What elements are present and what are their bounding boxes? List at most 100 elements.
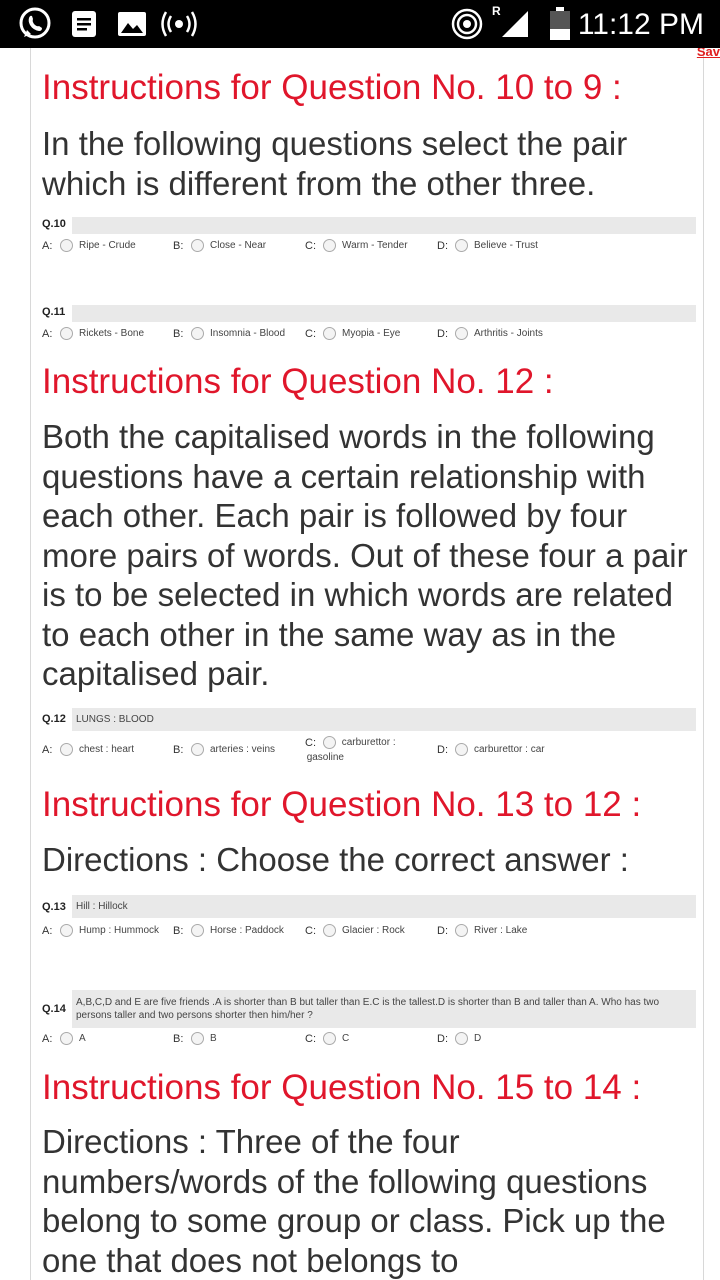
radio-button[interactable] [191, 239, 204, 252]
option-text: arteries : veins [210, 744, 276, 755]
direction-text: Directions : Choose the correct answer : [42, 841, 629, 878]
option-b[interactable]: B: B [173, 1032, 217, 1046]
radio-button[interactable] [60, 1032, 73, 1045]
option-letter: B: [173, 744, 184, 756]
save-link[interactable]: Sav [697, 48, 720, 59]
hotspot-icon [450, 8, 484, 40]
option-text: Rickets - Bone [79, 328, 145, 339]
option-a[interactable]: A: chest : heart [42, 743, 135, 757]
option-text: River : Lake [474, 925, 528, 936]
direction-text: Both the capitalised words in the follow… [42, 418, 688, 692]
option-letter: C: [305, 328, 316, 340]
option-a[interactable]: A: Ripe - Crude [42, 239, 136, 253]
whatsapp-icon [17, 7, 53, 39]
option-letter: C: [305, 1033, 316, 1045]
option-b[interactable]: B: arteries : veins [173, 743, 276, 757]
option-letter: D: [437, 1033, 448, 1045]
radio-button[interactable] [191, 1032, 204, 1045]
option-text: Believe - Trust [474, 240, 538, 251]
option-text: Warm - Tender [342, 240, 408, 251]
radio-button[interactable] [455, 1032, 468, 1045]
option-d[interactable]: D: D [437, 1032, 481, 1046]
option-letter: A: [42, 328, 53, 340]
option-text: A [79, 1033, 86, 1044]
option-text: chest : heart [79, 744, 135, 755]
radio-button[interactable] [60, 743, 73, 756]
option-text: Ripe - Crude [79, 240, 136, 251]
question-number: Q.13 [42, 901, 66, 913]
radio-button[interactable] [60, 327, 73, 340]
option-letter: D: [437, 925, 448, 937]
radio-button[interactable] [191, 743, 204, 756]
option-letter: A: [42, 1033, 53, 1045]
radio-button[interactable] [455, 924, 468, 937]
instruction-heading: Instructions for Question No. 10 to 9 : [42, 68, 622, 107]
option-b[interactable]: B: Close - Near [173, 239, 267, 253]
direction-text: Directions : Three of the four numbers/w… [42, 1123, 666, 1279]
radio-button[interactable] [455, 239, 468, 252]
option-letter: A: [42, 925, 53, 937]
direction-text: In the following questions select the pa… [42, 125, 628, 202]
option-letter: D: [437, 328, 448, 340]
instruction-heading: Instructions for Question No. 13 to 12 : [42, 785, 642, 824]
option-c[interactable]: C: carburettor : gasoline [305, 736, 405, 765]
option-a[interactable]: A: Hump : Hummock [42, 924, 159, 938]
option-letter: B: [173, 240, 184, 252]
right-divider [703, 48, 704, 1280]
radio-button[interactable] [323, 239, 336, 252]
option-letter: D: [437, 240, 448, 252]
radio-button[interactable] [191, 327, 204, 340]
question-number: Q.12 [42, 713, 66, 725]
option-text: Insomnia - Blood [210, 328, 286, 339]
option-letter: A: [42, 240, 53, 252]
option-text: Myopia - Eye [342, 328, 401, 339]
option-c[interactable]: C: Myopia - Eye [305, 327, 401, 341]
option-c[interactable]: C: C [305, 1032, 350, 1046]
option-letter: A: [42, 744, 53, 756]
radio-button[interactable] [60, 239, 73, 252]
option-text: Close - Near [210, 240, 267, 251]
option-d[interactable]: D: Believe - Trust [437, 239, 538, 253]
question-number: Q.14 [42, 1003, 66, 1015]
question-text: A,B,C,D and E are five friends .A is sho… [72, 990, 696, 1028]
question-number: Q.10 [42, 218, 66, 230]
question-text: Hill : Hillock [72, 895, 696, 918]
option-a[interactable]: A: Rickets - Bone [42, 327, 145, 341]
option-text: Horse : Paddock [210, 925, 284, 936]
option-b[interactable]: B: Insomnia - Blood [173, 327, 286, 341]
option-b[interactable]: B: Horse : Paddock [173, 924, 284, 938]
radio-button[interactable] [323, 1032, 336, 1045]
option-text: Arthritis - Joints [474, 328, 543, 339]
radio-button[interactable] [323, 924, 336, 937]
question-text: LUNGS : BLOOD [72, 708, 696, 731]
option-letter: D: [437, 744, 448, 756]
instruction-heading: Instructions for Question No. 12 : [42, 362, 554, 401]
option-text: C [342, 1033, 350, 1044]
radio-button[interactable] [60, 924, 73, 937]
option-a[interactable]: A: A [42, 1032, 86, 1046]
option-d[interactable]: D: carburettor : car [437, 743, 545, 757]
question-text [72, 305, 696, 322]
radio-button[interactable] [191, 924, 204, 937]
gallery-icon [117, 9, 147, 39]
option-letter: C: [305, 925, 316, 937]
option-d[interactable]: D: River : Lake [437, 924, 528, 938]
status-bar: R 11:12 PM [0, 0, 720, 48]
option-text: carburettor : car [474, 744, 545, 755]
radio-button[interactable] [323, 327, 336, 340]
option-c[interactable]: C: Glacier : Rock [305, 924, 405, 938]
exam-page: Sav Instructions for Question No. 10 to … [0, 48, 720, 1280]
radio-button[interactable] [455, 743, 468, 756]
question-number: Q.11 [42, 306, 66, 318]
notes-icon [70, 9, 98, 39]
option-letter: B: [173, 925, 184, 937]
option-c[interactable]: C: Warm - Tender [305, 239, 408, 253]
signal-roaming-icon: R [492, 4, 532, 37]
option-d[interactable]: D: Arthritis - Joints [437, 327, 543, 341]
option-text: Glacier : Rock [342, 925, 405, 936]
question-text [72, 217, 696, 234]
option-letter: C: [305, 240, 316, 252]
option-letter: B: [173, 328, 184, 340]
clock: 11:12 PM [577, 8, 704, 41]
radio-button[interactable] [455, 327, 468, 340]
